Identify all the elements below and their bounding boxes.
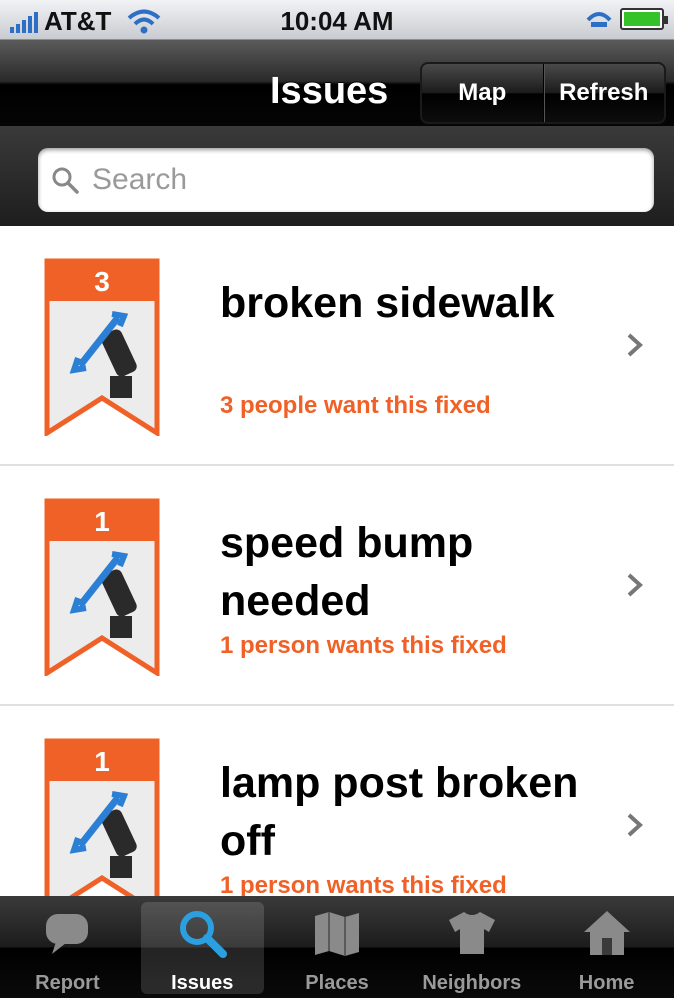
tab-home[interactable]: Home xyxy=(539,896,674,998)
search-icon xyxy=(52,167,79,194)
tab-label: Home xyxy=(578,972,635,994)
activity-sync-icon xyxy=(586,12,612,27)
map-button[interactable]: Map xyxy=(422,64,543,122)
chevron-right-icon xyxy=(627,573,643,597)
search-input[interactable] xyxy=(92,163,632,197)
chevron-right-icon xyxy=(627,333,643,357)
house-icon xyxy=(583,911,630,955)
issues-list: 3 broken sidewalk 3 people want this fix… xyxy=(0,226,674,896)
issue-count: 1 xyxy=(94,746,110,777)
status-right xyxy=(586,8,668,30)
status-time: 10:04 AM xyxy=(280,6,394,36)
chevron-right-icon xyxy=(627,813,643,837)
tab-label: Neighbors xyxy=(422,972,522,994)
tab-issues[interactable]: Issues xyxy=(135,896,270,998)
navigation-bar: Issues Map Refresh xyxy=(0,40,674,126)
page-title: Issues xyxy=(270,70,389,112)
search-bar xyxy=(0,126,674,226)
issue-badge: 3 xyxy=(44,258,160,436)
issue-count: 1 xyxy=(94,506,110,537)
issue-badge: 1 xyxy=(44,738,160,896)
tab-report[interactable]: Report xyxy=(0,896,135,998)
search-field[interactable] xyxy=(38,148,654,212)
speech-bubble-icon xyxy=(46,914,89,954)
tshirt-icon xyxy=(448,912,495,954)
issue-row[interactable]: 1 speed bump needed 1 person wants this … xyxy=(0,466,674,706)
issue-subtitle: 1 person wants this fixed xyxy=(220,632,507,659)
issue-badge: 1 xyxy=(44,498,160,676)
tab-label: Places xyxy=(305,972,369,994)
status-bar: AT&T 10:04 AM xyxy=(0,0,674,40)
tab-neighbors[interactable]: Neighbors xyxy=(404,896,539,998)
battery-icon xyxy=(620,8,668,30)
magnifier-icon xyxy=(180,911,228,958)
tab-bar: Report Issues Places Neighbors Home xyxy=(0,896,674,998)
issue-subtitle: 3 people want this fixed xyxy=(220,392,491,419)
tab-label: Issues xyxy=(171,972,234,994)
tab-places[interactable]: Places xyxy=(270,896,405,998)
issue-count: 3 xyxy=(94,266,110,297)
issue-row[interactable]: 3 broken sidewalk 3 people want this fix… xyxy=(0,226,674,466)
tab-label: Report xyxy=(35,972,100,994)
map-icon xyxy=(314,912,359,956)
issue-row[interactable]: 1 lamp post broken off 1 person wants th… xyxy=(0,706,674,896)
refresh-button[interactable]: Refresh xyxy=(542,64,665,122)
issue-subtitle: 1 person wants this fixed xyxy=(220,872,507,896)
issue-title: speed bump needed xyxy=(220,519,474,625)
nav-segmented-control: Map Refresh xyxy=(420,62,666,124)
issue-title: broken sidewalk xyxy=(220,279,555,327)
issue-title: lamp post broken off xyxy=(220,759,579,865)
